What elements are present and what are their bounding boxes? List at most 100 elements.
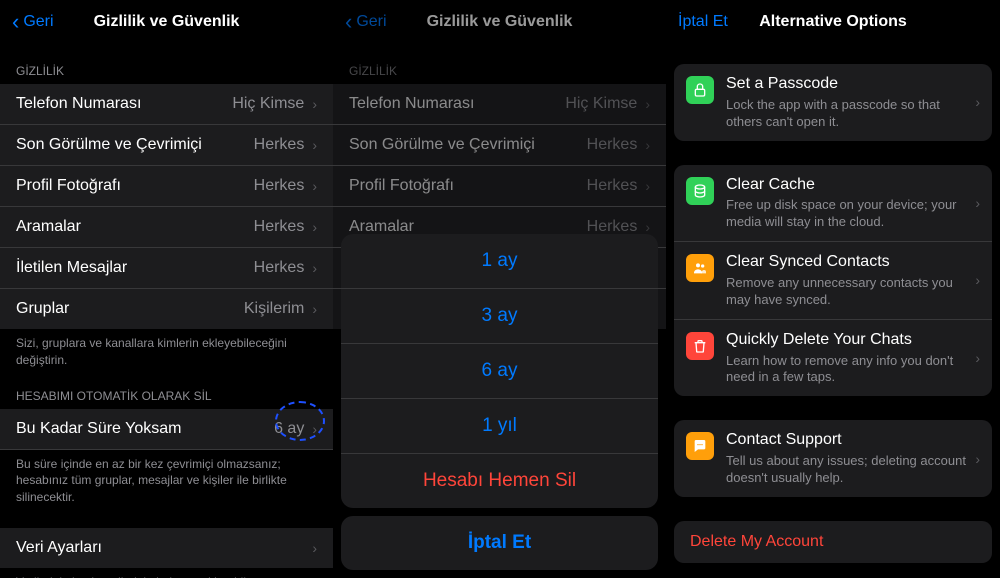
row-phone-number: Telefon Numarası Hiç Kimse › (333, 84, 666, 125)
action-sheet-group: 1 ay 3 ay 6 ay 1 yıl Hesabı Hemen Sil (341, 234, 658, 508)
nav-back-button[interactable]: ‹ Geri (12, 9, 54, 35)
chevron-right-icon: › (312, 178, 317, 194)
card-subtitle: Free up disk space on your device; your … (726, 197, 967, 231)
nav-back-label: Geri (23, 13, 53, 31)
row-profile-photo: Profil Fotoğrafı Herkes › (333, 166, 666, 207)
section-header-privacy: GİZLİLİK (0, 44, 333, 84)
row-label: Veri Ayarları (16, 539, 312, 557)
row-label: Gruplar (16, 300, 244, 318)
row-label: Son Görülme ve Çevrimiçi (16, 136, 254, 154)
row-value: Herkes (254, 218, 305, 236)
chevron-right-icon: › (645, 219, 650, 235)
card-title: Contact Support (726, 430, 967, 451)
card-title: Quickly Delete Your Chats (726, 330, 967, 351)
row-calls[interactable]: Aramalar Herkes › (0, 207, 333, 248)
auto-delete-list: Bu Kadar Süre Yoksam 6 ay › (0, 409, 333, 450)
card-content: Quickly Delete Your Chats Learn how to r… (726, 330, 967, 387)
nav-title: Gizlilik ve Güvenlik (427, 13, 573, 31)
chevron-right-icon: › (975, 195, 980, 211)
sheet-cancel-button[interactable]: İptal Et (341, 516, 658, 570)
chevron-right-icon: › (645, 178, 650, 194)
chevron-right-icon: › (312, 540, 317, 556)
privacy-list: Telefon Numarası Hiç Kimse › Son Görülme… (0, 84, 333, 329)
action-sheet: 1 ay 3 ay 6 ay 1 yıl Hesabı Hemen Sil İp… (333, 234, 666, 578)
row-groups[interactable]: Gruplar Kişilerim › (0, 289, 333, 329)
card-content: Clear Cache Free up disk space on your d… (726, 175, 967, 232)
chevron-right-icon: › (645, 96, 650, 112)
chevron-right-icon: › (312, 137, 317, 153)
nav-bar: İptal Et Alternative Options (666, 0, 1000, 44)
row-passcode[interactable]: Set a Passcode Lock the app with a passc… (674, 64, 992, 141)
chevron-right-icon: › (975, 350, 980, 366)
row-label: Telefon Numarası (349, 95, 565, 113)
nav-title: Alternative Options (759, 13, 907, 31)
nav-bar: ‹ Geri Gizlilik ve Güvenlik (333, 0, 666, 44)
row-auto-delete[interactable]: Bu Kadar Süre Yoksam 6 ay › (0, 409, 333, 450)
card-subtitle: Lock the app with a passcode so that oth… (726, 97, 967, 131)
section-header-privacy: GİZLİLİK (333, 44, 666, 84)
chevron-right-icon: › (645, 137, 650, 153)
card-support: Contact Support Tell us about any issues… (674, 420, 992, 497)
data-settings-list: Veri Ayarları › (0, 528, 333, 568)
trash-icon (686, 332, 714, 360)
section-footer: Verilerinizden hangilerinin bulutta sakl… (0, 568, 333, 578)
row-value: Herkes (254, 136, 305, 154)
row-support[interactable]: Contact Support Tell us about any issues… (674, 420, 992, 497)
nav-back-button[interactable]: ‹ Geri (345, 9, 387, 35)
chat-icon (686, 432, 714, 460)
card-content: Contact Support Tell us about any issues… (726, 430, 967, 487)
section-footer: Sizi, gruplara ve kanallara kimlerin ekl… (0, 329, 333, 369)
sheet-option-delete-now[interactable]: Hesabı Hemen Sil (341, 454, 658, 508)
row-clear-contacts[interactable]: Clear Synced Contacts Remove any unneces… (674, 242, 992, 320)
sheet-option-6months[interactable]: 6 ay (341, 344, 658, 399)
row-profile-photo[interactable]: Profil Fotoğrafı Herkes › (0, 166, 333, 207)
card-subtitle: Learn how to remove any info you don't n… (726, 353, 967, 387)
row-label: İletilen Mesajlar (16, 259, 254, 277)
card-title: Set a Passcode (726, 74, 967, 95)
row-label: Son Görülme ve Çevrimiçi (349, 136, 587, 154)
row-value: Herkes (254, 259, 305, 277)
row-delete-chats[interactable]: Quickly Delete Your Chats Learn how to r… (674, 320, 992, 397)
screen-auto-delete-sheet: ‹ Geri Gizlilik ve Güvenlik GİZLİLİK Tel… (333, 0, 666, 578)
chevron-right-icon: › (312, 421, 317, 437)
card-content: Clear Synced Contacts Remove any unneces… (726, 252, 967, 309)
row-value: Herkes (254, 177, 305, 195)
chevron-left-icon: ‹ (12, 9, 19, 35)
card-subtitle: Remove any unnecessary contacts you may … (726, 275, 967, 309)
sheet-option-1year[interactable]: 1 yıl (341, 399, 658, 454)
row-last-seen[interactable]: Son Görülme ve Çevrimiçi Herkes › (0, 125, 333, 166)
chevron-right-icon: › (312, 301, 317, 317)
chevron-right-icon: › (312, 219, 317, 235)
row-last-seen: Son Görülme ve Çevrimiçi Herkes › (333, 125, 666, 166)
chevron-right-icon: › (975, 451, 980, 467)
row-value: Herkes (587, 136, 638, 154)
contacts-icon (686, 254, 714, 282)
row-label: Aramalar (16, 218, 254, 236)
card-storage: Clear Cache Free up disk space on your d… (674, 165, 992, 397)
delete-account-button[interactable]: Delete My Account (674, 521, 992, 563)
nav-back-label: Geri (356, 13, 386, 31)
database-icon (686, 177, 714, 205)
row-data-settings[interactable]: Veri Ayarları › (0, 528, 333, 568)
row-forwarded[interactable]: İletilen Mesajlar Herkes › (0, 248, 333, 289)
row-clear-cache[interactable]: Clear Cache Free up disk space on your d… (674, 165, 992, 243)
chevron-right-icon: › (975, 94, 980, 110)
row-label: Telefon Numarası (16, 95, 232, 113)
sheet-option-1month[interactable]: 1 ay (341, 234, 658, 289)
nav-cancel-button[interactable]: İptal Et (678, 13, 728, 31)
sheet-option-3months[interactable]: 3 ay (341, 289, 658, 344)
screen-alternative-options: İptal Et Alternative Options Set a Passc… (666, 0, 1000, 578)
row-label: Profil Fotoğrafı (349, 177, 587, 195)
row-value: Kişilerim (244, 300, 304, 318)
card-content: Set a Passcode Lock the app with a passc… (726, 74, 967, 131)
nav-title: Gizlilik ve Güvenlik (94, 13, 240, 31)
card-passcode: Set a Passcode Lock the app with a passc… (674, 64, 992, 141)
card-title: Clear Cache (726, 175, 967, 196)
row-value: 6 ay (274, 420, 304, 438)
row-value: Hiç Kimse (232, 95, 304, 113)
chevron-right-icon: › (975, 272, 980, 288)
lock-icon (686, 76, 714, 104)
row-phone-number[interactable]: Telefon Numarası Hiç Kimse › (0, 84, 333, 125)
chevron-right-icon: › (312, 96, 317, 112)
screen-privacy-settings: ‹ Geri Gizlilik ve Güvenlik GİZLİLİK Tel… (0, 0, 333, 578)
